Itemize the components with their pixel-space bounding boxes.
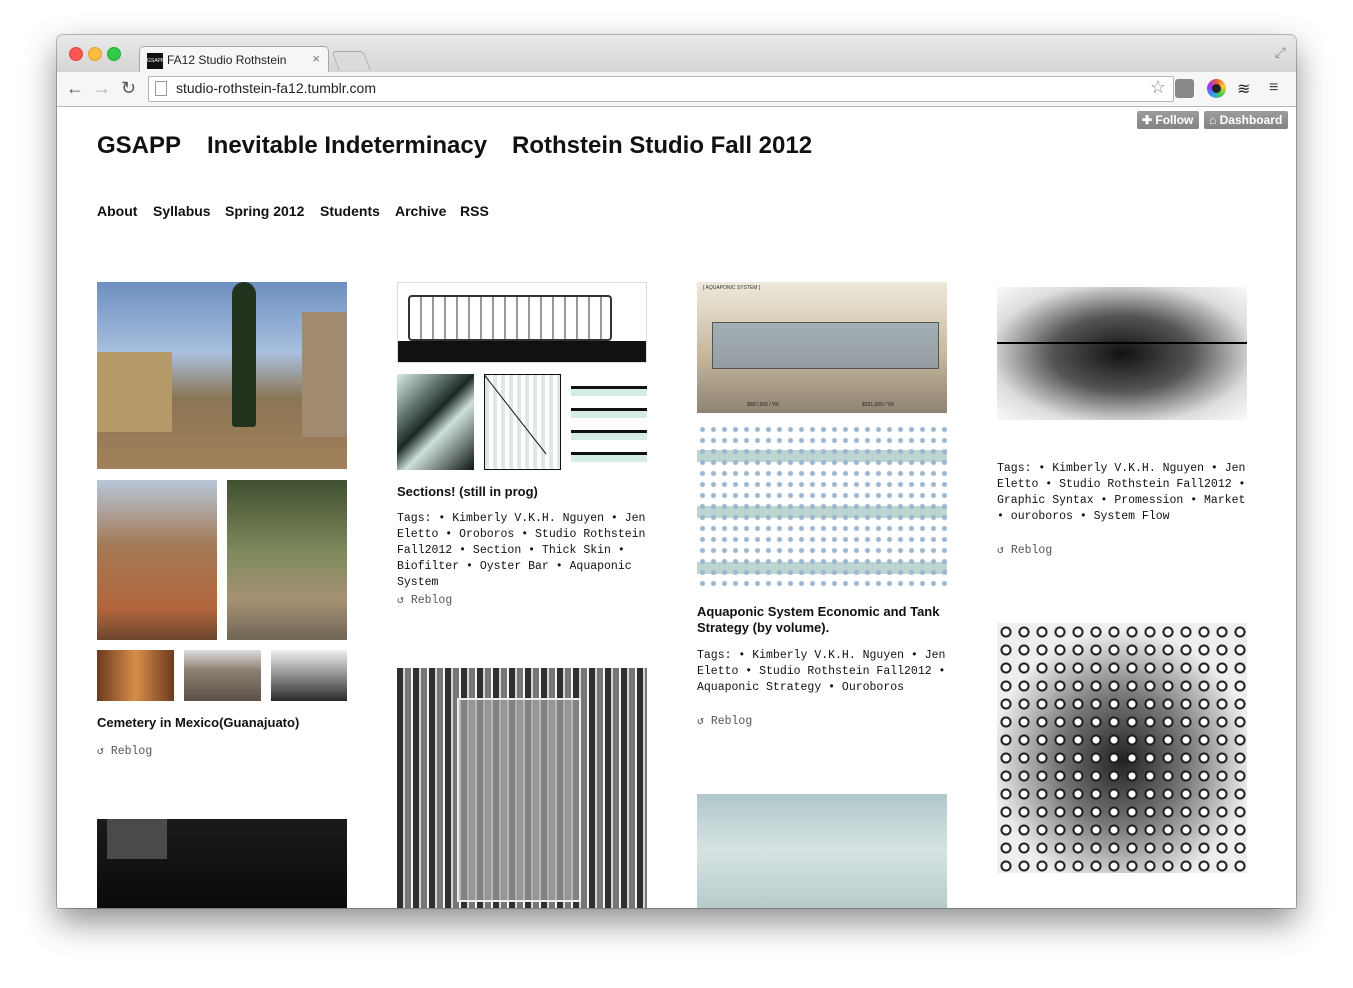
reblog-link-sections[interactable]: ↺ Reblog — [397, 592, 452, 607]
site-title-inevitable[interactable]: Inevitable Indeterminacy — [207, 132, 487, 160]
post-caption-cemetery: Cemetery in Mexico(Guanajuato) — [97, 715, 300, 730]
post-tags-aquaponic[interactable]: Tags: • Kimberly V.K.H. Nguyen • Jen Ele… — [697, 648, 947, 696]
bookmark-star-icon[interactable]: ☆ — [1150, 77, 1166, 98]
title-bar: GSAPP FA12 Studio Rothstein × ⤢ — [57, 35, 1296, 73]
home-icon: ⌂ — [1209, 113, 1220, 127]
page-content: ✚ Follow ⌂ Dashboard GSAPP Inevitable In… — [57, 107, 1296, 908]
reblog-link-cemetery[interactable]: ↺ Reblog — [97, 743, 152, 758]
cemetery-photo-2[interactable] — [97, 480, 217, 640]
cemetery-photo-6[interactable] — [271, 650, 347, 701]
collage-image[interactable] — [397, 668, 647, 908]
cemetery-photo-4[interactable] — [97, 650, 174, 701]
minimize-window-button[interactable] — [88, 47, 102, 61]
forward-arrow-icon[interactable]: → — [93, 78, 111, 99]
zoom-window-button[interactable] — [107, 47, 121, 61]
plus-icon: ✚ — [1142, 113, 1156, 127]
cemetery-photo-3[interactable] — [227, 480, 347, 640]
back-arrow-icon[interactable]: ← — [66, 78, 84, 99]
tab-close-icon[interactable]: × — [312, 51, 320, 66]
nav-rss[interactable]: RSS — [460, 203, 489, 219]
site-title-gsapp[interactable]: GSAPP — [97, 132, 181, 160]
reblog-icon: ↺ — [397, 594, 411, 607]
nav-students[interactable]: Students — [320, 203, 380, 219]
new-tab-button[interactable] — [331, 51, 371, 70]
diagram-label-right-value: $391,000 / YR — [862, 402, 894, 408]
section-drawing[interactable] — [397, 282, 647, 363]
cemetery-photo-main[interactable] — [97, 282, 347, 469]
post-tags-flow[interactable]: Tags: • Kimberly V.K.H. Nguyen • Jen Ele… — [997, 461, 1247, 525]
organic-drawing[interactable] — [997, 623, 1247, 873]
aquaponic-system-diagram[interactable]: [ AQUAPONIC SYSTEM ] $607,500 / YR $391,… — [697, 282, 947, 413]
post-tags-sections[interactable]: Tags: • Kimberly V.K.H. Nguyen • Jen Ele… — [397, 511, 647, 591]
post-caption-aquaponic: Aquaponic System Economic and Tank Strat… — [697, 604, 940, 635]
nav-syllabus[interactable]: Syllabus — [153, 203, 211, 219]
dashboard-button[interactable]: ⌂ Dashboard — [1204, 111, 1289, 129]
tab-favicon: GSAPP — [147, 53, 164, 69]
nav-archive[interactable]: Archive — [395, 203, 446, 219]
close-window-button[interactable] — [69, 47, 83, 61]
extension-icon[interactable] — [1175, 79, 1194, 98]
follow-label: Follow — [1155, 113, 1194, 127]
browser-window: GSAPP FA12 Studio Rothstein × ⤢ ← → ↻ st… — [57, 35, 1296, 908]
browser-toolbar: ← → ↻ studio-rothstein-fa12.tumblr.com ☆… — [57, 72, 1296, 107]
fullscreen-icon[interactable]: ⤢ — [1275, 44, 1286, 61]
cemetery-photo-5[interactable] — [184, 650, 261, 701]
color-picker-extension-icon[interactable] — [1207, 79, 1226, 98]
post-caption-sections: Sections! (still in prog) — [397, 484, 538, 499]
address-bar[interactable]: studio-rothstein-fa12.tumblr.com ☆ — [148, 76, 1174, 102]
watercolor-image[interactable] — [697, 794, 947, 908]
dark-photo[interactable] — [97, 819, 347, 908]
section-detail-2[interactable] — [484, 374, 561, 470]
system-flow-diagram[interactable] — [997, 287, 1247, 420]
reblog-icon: ↺ — [997, 544, 1011, 557]
nav-spring-2012[interactable]: Spring 2012 — [225, 203, 304, 219]
site-title-studio[interactable]: Rothstein Studio Fall 2012 — [512, 132, 812, 160]
dashboard-label: Dashboard — [1219, 113, 1283, 127]
diagram-label-system: [ AQUAPONIC SYSTEM ] — [703, 285, 761, 291]
section-detail-3[interactable] — [571, 374, 647, 470]
reblog-icon: ↺ — [97, 745, 111, 758]
tank-strategy-charts[interactable] — [697, 424, 947, 590]
page-icon — [155, 81, 167, 96]
url-text[interactable]: studio-rothstein-fa12.tumblr.com — [176, 80, 376, 96]
tab-title: FA12 Studio Rothstein — [167, 53, 287, 67]
layers-extension-icon[interactable]: ≋ — [1237, 79, 1256, 98]
browser-tab[interactable]: GSAPP FA12 Studio Rothstein × — [139, 46, 329, 73]
section-detail-1[interactable] — [397, 374, 474, 470]
follow-button[interactable]: ✚ Follow — [1137, 111, 1200, 129]
reblog-icon: ↺ — [697, 715, 711, 728]
reload-icon[interactable]: ↻ — [121, 78, 136, 99]
menu-icon[interactable]: ≡ — [1269, 79, 1288, 98]
diagram-label-left-value: $607,500 / YR — [747, 402, 779, 408]
reblog-link-flow[interactable]: ↺ Reblog — [997, 542, 1052, 557]
nav-about[interactable]: About — [97, 203, 137, 219]
reblog-link-aquaponic[interactable]: ↺ Reblog — [697, 713, 752, 728]
